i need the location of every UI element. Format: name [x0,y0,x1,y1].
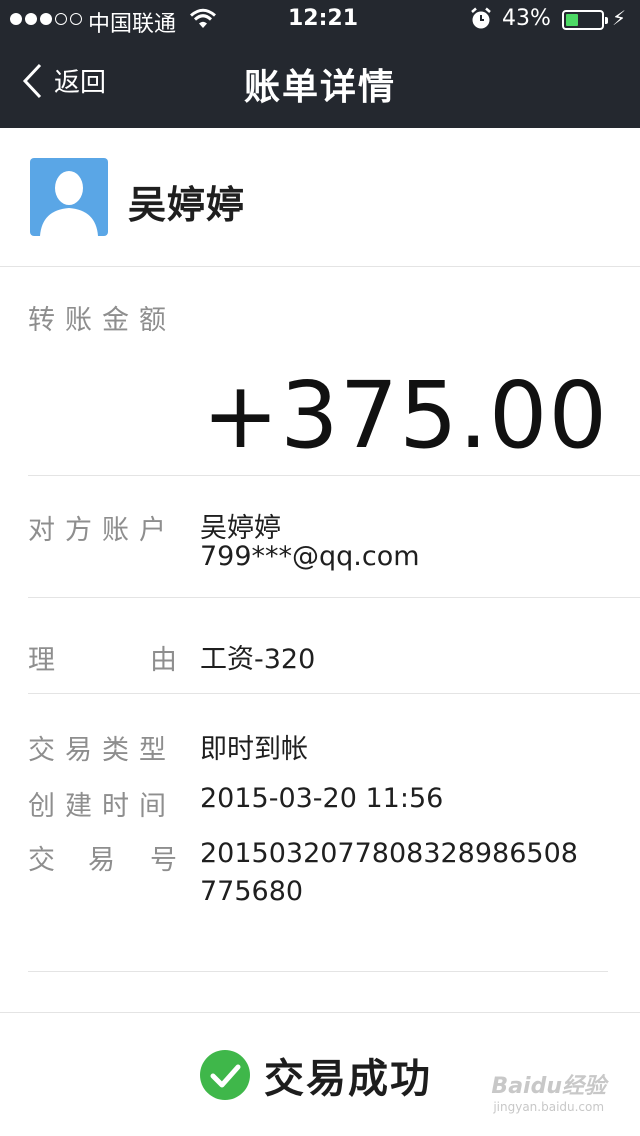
txn-number-line1: 2015032077808328986508 [200,838,578,869]
battery-fill [566,14,579,26]
carrier-name: 中国联通 [88,12,177,37]
type-label: 交易类型 [28,735,176,766]
signal-dot [25,13,37,25]
signal-dot [40,13,52,25]
created-label: 创建时间 [28,791,176,822]
created-value: 2015-03-20 11:56 [200,783,444,814]
user-icon [40,171,98,236]
account-label: 对方账户 [28,515,176,546]
transaction-status: 交易成功 [200,1046,432,1104]
status-text: 交易成功 [264,1056,432,1102]
reason-label-2: 由 [150,645,187,676]
type-value: 即时到帐 [200,734,308,765]
user-name: 吴婷婷 [128,183,246,227]
txn-label-2: 易 [88,845,125,876]
divider [0,266,640,267]
wifi-icon [190,8,216,36]
nav-bar: 中国联通 12:21 43% ⚡ 返回 账单详情 [0,0,640,128]
status-bar: 中国联通 12:21 43% ⚡ [0,0,640,40]
signal-strength-icon [10,13,82,25]
avatar[interactable] [30,158,108,236]
status-time: 12:21 [288,6,359,31]
divider [28,693,640,694]
divider [28,597,640,598]
alarm-icon [470,7,492,37]
divider [28,971,608,972]
signal-dot [55,13,67,25]
page-title: 账单详情 [243,67,396,108]
divider [0,1012,640,1013]
account-name: 吴婷婷 [200,513,281,544]
watermark-url: jingyan.baidu.com [493,1100,605,1114]
check-circle-icon [200,1050,250,1100]
txn-number-line2: 775680 [200,876,304,907]
txn-label-3: 号 [150,845,187,876]
signal-dot [70,13,82,25]
reason-label-1: 理 [28,645,65,676]
transfer-amount: +375.00 [202,362,608,469]
account-email: 799***@qq.com [200,541,420,572]
reason-value: 工资-320 [200,644,316,675]
amount-label: 转账金额 [28,305,176,336]
battery-icon [562,10,608,30]
watermark: Baidu经验 jingyan.baidu.com [491,1068,606,1114]
divider [28,475,640,476]
watermark-brand: Baidu经验 [491,1074,606,1099]
txn-label-1: 交 [28,845,65,876]
signal-dot [10,13,22,25]
battery-percent: 43% [502,6,551,31]
charging-icon: ⚡ [612,6,627,30]
